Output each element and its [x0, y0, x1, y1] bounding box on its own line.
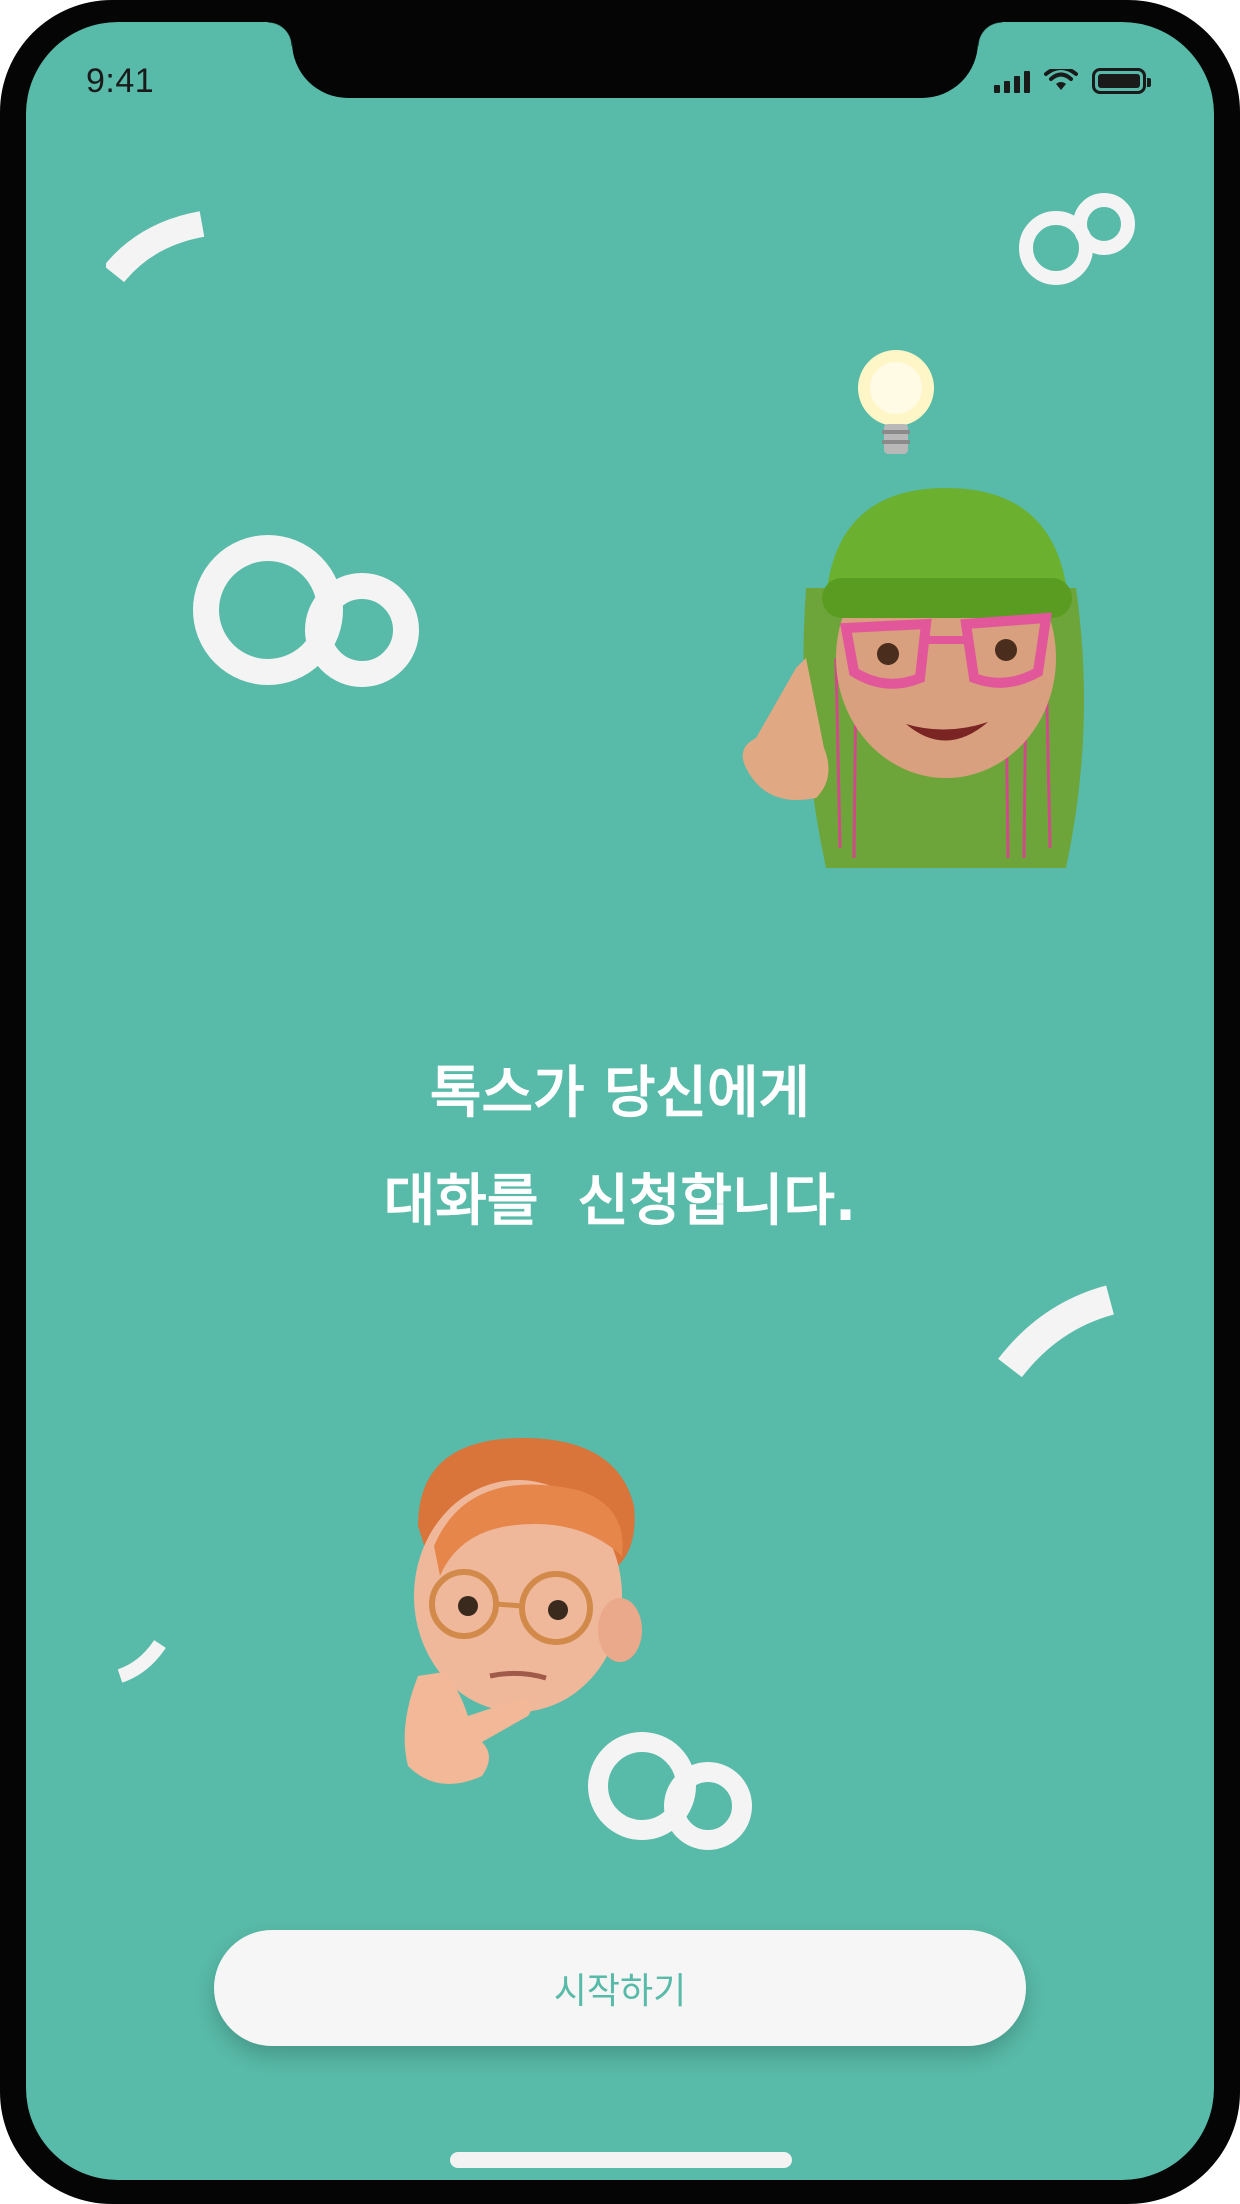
app-screen: 9:41 톡스가 당신에게 대화를 신청합니다. 시작하기 — [26, 22, 1214, 2180]
phone-frame: 9:41 톡스가 당신에게 대화를 신청합니다. 시작하기 — [0, 0, 1240, 2204]
loop-decoration-icon — [193, 535, 419, 687]
arc-decoration-icon — [998, 1285, 1115, 1378]
home-indicator[interactable] — [450, 2152, 792, 2168]
status-time: 9:41 — [86, 62, 155, 100]
arc-decoration-icon — [106, 211, 205, 283]
memoji-girl-idea-icon — [742, 350, 1084, 868]
loop-decoration-icon — [1019, 193, 1135, 285]
headline-text: 톡스가 당신에게 대화를 신청합니다. — [383, 1061, 857, 1234]
wifi-icon — [1044, 69, 1078, 90]
memoji-boy-thinking-icon — [404, 1437, 642, 1784]
status-icons — [994, 68, 1151, 94]
cellular-signal-icon — [994, 69, 1030, 93]
arc-decoration-icon — [117, 1639, 166, 1683]
battery-icon — [1092, 68, 1151, 94]
device-notch — [268, 22, 1002, 98]
start-button[interactable]: 시작하기 — [214, 1930, 1026, 2046]
